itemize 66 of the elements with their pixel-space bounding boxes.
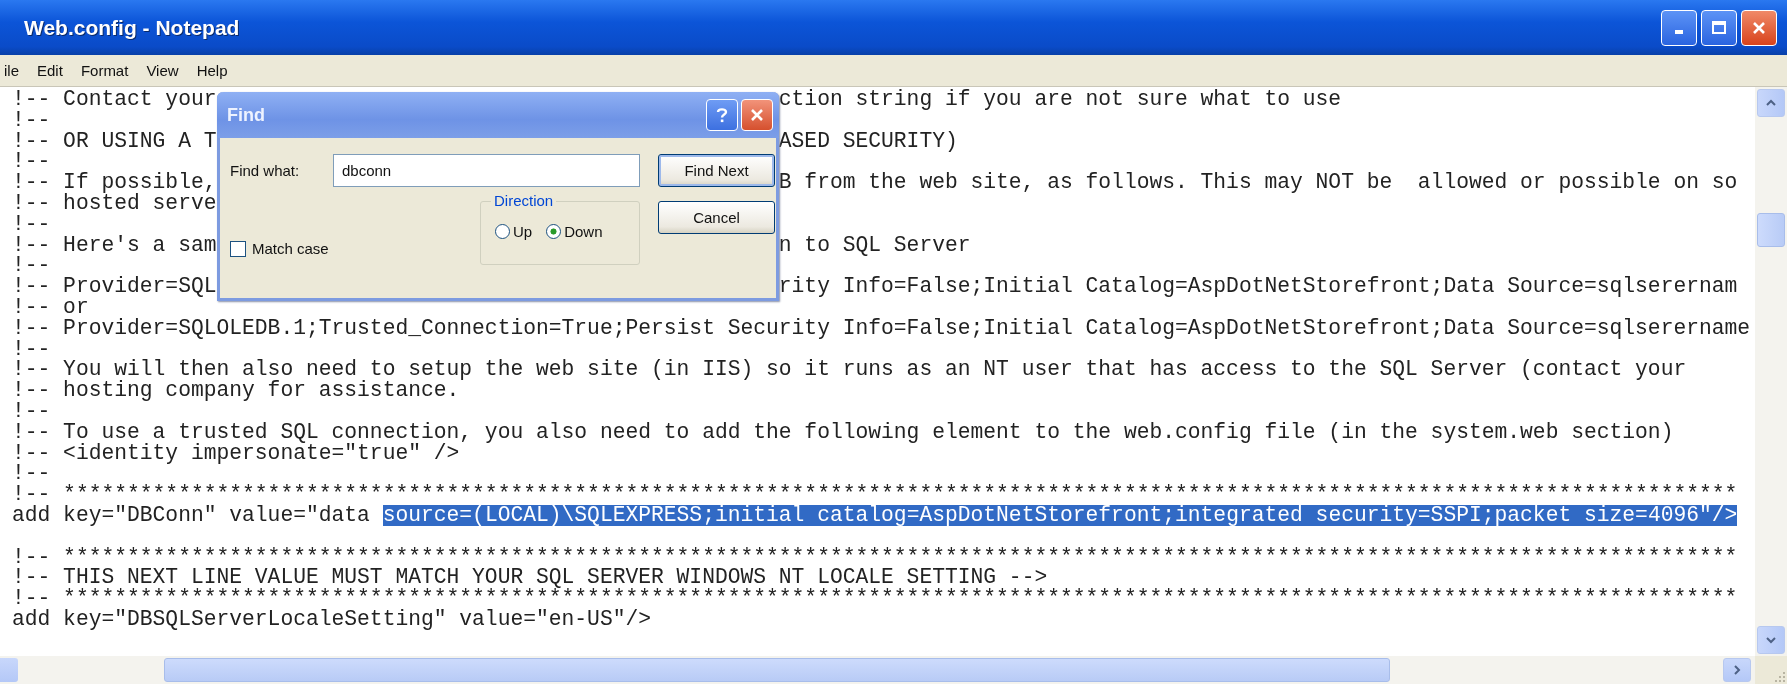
vertical-scrollbar[interactable] [1755,87,1787,656]
code-text: !-- Here's a sam [12,232,217,257]
code-text: !-- Provider=SQL [12,274,217,299]
code-text: n to SQL Server [778,234,971,256]
radio-button[interactable] [495,224,510,239]
direction-label: Direction [491,192,557,209]
code-text: ASED SECURITY) [778,130,958,152]
code-text: B from the web site, as follows. This may NOT be allowed or possible on so [778,172,1738,193]
menu-item[interactable]: ile [4,62,19,79]
scroll-right-button[interactable] [1723,658,1751,682]
code-line: !-- [12,213,51,235]
code-line: !-- <identity impersonate="true" /> [12,442,460,464]
scroll-thumb[interactable] [164,658,1390,682]
close-icon [749,107,765,123]
code-line: !-- THIS NEXT LINE VALUE MUST MATCH YOUR SQL SERVER WINDOWS NT LOCALE SETTING --> [12,567,1048,589]
close-button[interactable] [1741,9,1777,46]
find-what-label: Find what: [230,162,301,179]
code-line: !-- [12,338,51,360]
horizontal-scrollbar[interactable] [0,656,1787,684]
code-line: !-- [12,400,51,422]
radio-button[interactable] [546,224,562,239]
selected-text: source=(LOCAL)\SQLEXPRESS;initial catalog=AspDotNetStorefront;integrated security=SSPI;packet size=4096"/> [382,504,1738,526]
code-line: !-- hosting company for assistance. [12,380,460,401]
help-icon [714,106,730,124]
code-line: !-- or [12,296,89,318]
find-what-field[interactable]: dbconn [333,154,640,187]
code-line: !-- To use a trusted SQL connection, you also need to add the following element to the web.config file (in the system.web section) [12,421,1674,443]
code-line: !-- *********************************************************************************************************************************** [12,484,1738,505]
code-line: !-- hosted serve [12,193,217,214]
code-line: !-- [12,109,51,131]
scroll-down-button[interactable] [1757,626,1785,654]
code-text: add key="DBConn" value="data [12,504,371,526]
code-text: ction string if you are not sure what to use [778,89,1342,110]
maximize-button[interactable] [1701,9,1737,46]
menu-item[interactable]: View [146,62,179,79]
match-case-label[interactable]: Match case [252,240,329,257]
maximize-icon [1711,19,1727,36]
scroll-up-button[interactable] [1757,89,1785,117]
scroll-thumb[interactable] [1757,213,1785,247]
code-text: !-- Contact your [12,87,217,111]
code-line: !-- *********************************************************************************************************************************** [12,546,1738,568]
close-icon [1751,19,1767,36]
close-button[interactable] [741,99,773,131]
code-line: !-- [12,151,51,173]
menu-item[interactable]: Format [80,62,129,79]
code-line: !-- Provider=SQLOLEDB.1;Trusted_Connection=True;Persist Security Info=False;Initial Catalog=AspDotNetStorefront;Data Source=sqlserername [12,317,1751,339]
dialog-title: Find [227,104,265,126]
code-line: !-- [12,463,51,485]
dialog-button[interactable]: Find Next [658,154,775,187]
menu-item[interactable]: Edit [37,62,63,79]
minimize-icon [1675,29,1683,34]
code-line: add key="DBSQLServerLocaleSetting" value="en-US"/> [12,608,651,630]
match-case-checkbox[interactable] [230,240,246,257]
window-title: Web.config - Notepad [24,15,240,40]
code-line: !-- *********************************************************************************************************************************** [12,588,1738,609]
radio-label[interactable]: Up [513,223,533,240]
radio-label[interactable]: Down [564,223,603,240]
help-button[interactable] [706,99,738,131]
minimize-button[interactable] [1661,9,1697,46]
dialog-button[interactable]: Cancel [658,201,775,234]
resize-grip-icon[interactable] [1755,656,1787,684]
code-text: rity Info=False;Initial Catalog=AspDotNetStorefront;Data Source=sqlserernam [778,276,1738,297]
menu-item[interactable]: Help [196,62,228,79]
code-line: !-- You will then also need to setup the web site (in IIS) so it runs as an NT user that has access to the SQL Server (contact your [12,359,1687,381]
code-line: !-- [12,255,51,277]
code-text: !-- OR USING A T [12,128,217,153]
